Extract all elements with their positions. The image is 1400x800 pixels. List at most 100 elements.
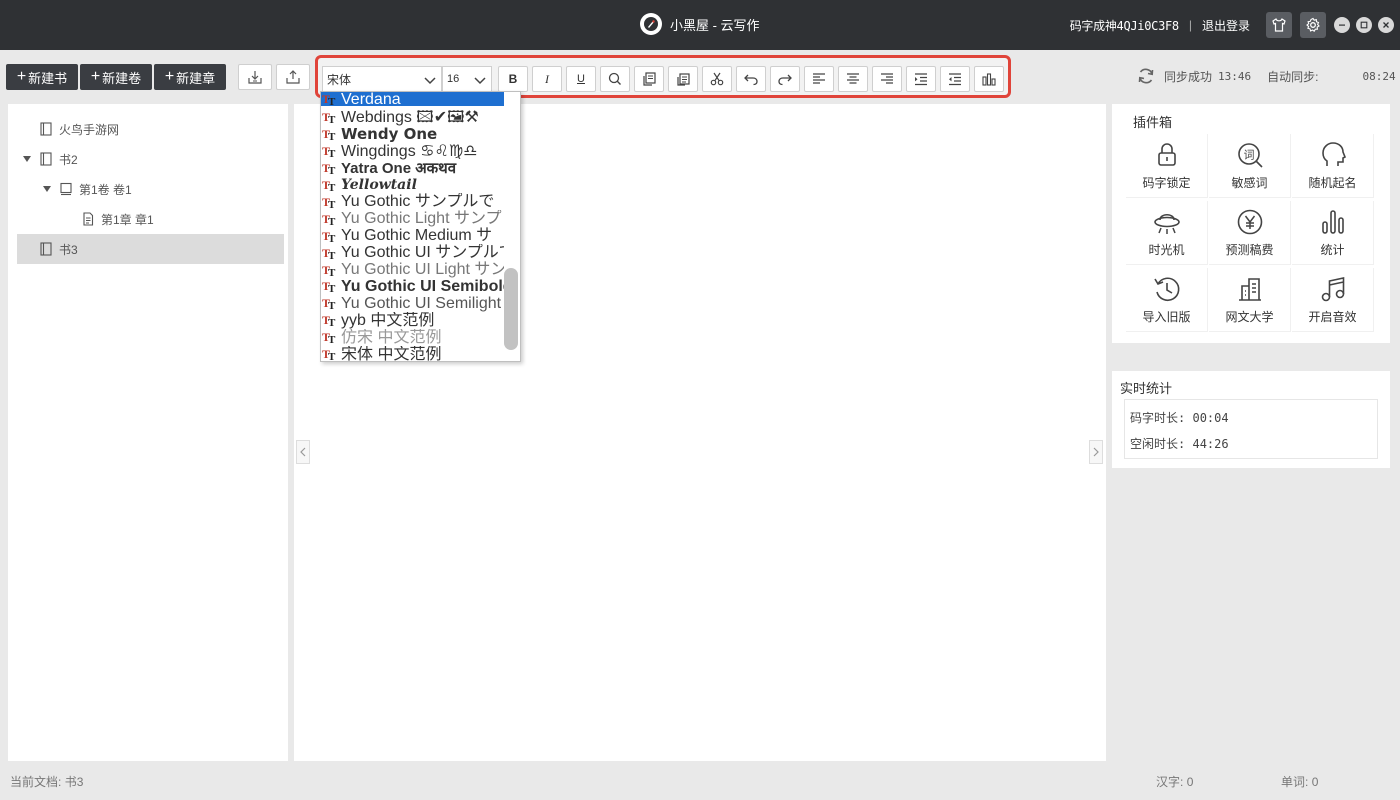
income-forecast-plugin[interactable]: 预测稿费 <box>1209 201 1291 265</box>
font-option-label: Yatra One अकथव <box>341 159 457 177</box>
truetype-icon: TT <box>322 279 336 293</box>
font-option[interactable]: T T yyb 中文范例 <box>321 312 504 329</box>
type-lock-plugin[interactable]: 码字锁定 <box>1126 134 1208 198</box>
caret-down-icon[interactable] <box>43 185 51 193</box>
font-option-label: Yu Gothic サンプルで <box>341 193 495 211</box>
cut-button[interactable] <box>702 66 732 92</box>
truetype-icon: TT <box>322 246 336 260</box>
new-volume-button[interactable]: + 新建卷 <box>80 64 152 90</box>
new-volume-label: 新建卷 <box>102 70 142 86</box>
collapse-left-button[interactable] <box>296 440 310 464</box>
font-option[interactable]: T T Wingdings ♋♌♍♎ <box>321 143 504 160</box>
font-family-dropdown[interactable]: T T Verdana T T Webdings 🖾✔🖼⚒ T T Wendy One T T Win… <box>320 91 521 362</box>
font-option[interactable]: T T 宋体 中文范例 <box>321 346 504 362</box>
svg-text:T: T <box>328 131 336 141</box>
font-option-label: Yu Gothic Light サンプ <box>341 210 502 228</box>
font-size-select[interactable]: 16 <box>442 66 492 92</box>
bold-button[interactable]: B <box>498 66 528 92</box>
minimize-button[interactable] <box>1334 17 1350 33</box>
svg-text:T: T <box>328 114 336 124</box>
sound-effects-plugin[interactable]: 开启音效 <box>1292 268 1374 332</box>
plugin-label: 时光机 <box>1148 243 1185 257</box>
font-option[interactable]: T T Yellowtail <box>321 177 504 194</box>
font-option[interactable]: T T Yu Gothic Light サンプ <box>321 210 504 227</box>
close-button[interactable] <box>1378 17 1394 33</box>
close-icon <box>1383 22 1389 28</box>
dropdown-scrollbar[interactable] <box>504 268 518 350</box>
align-right-button[interactable] <box>872 66 902 92</box>
typeset-button[interactable] <box>974 66 1004 92</box>
align-center-button[interactable] <box>838 66 868 92</box>
hanzi-count-value: 0 <box>1186 775 1194 789</box>
new-chapter-label: 新建章 <box>176 70 216 86</box>
word-count: 单词: 0 <box>1281 773 1318 790</box>
font-option[interactable]: T T Yu Gothic サンプルで <box>321 193 504 210</box>
tree-item-label: 书3 <box>59 242 78 257</box>
undo-button[interactable] <box>736 66 766 92</box>
status-bar: 当前文档: 书3 汉字: 0 单词: 0 <box>0 762 1400 800</box>
font-option-label: Webdings 🖾✔🖼⚒ <box>341 108 479 126</box>
import-button[interactable] <box>238 64 272 90</box>
truetype-icon: TT <box>322 347 336 361</box>
copy-button[interactable] <box>634 66 664 92</box>
collapse-right-button[interactable] <box>1089 440 1103 464</box>
separator: | <box>1188 18 1192 32</box>
align-left-button[interactable] <box>804 66 834 92</box>
random-name-plugin[interactable]: 随机起名 <box>1292 134 1374 198</box>
export-button[interactable] <box>276 64 310 90</box>
tree-item-volume[interactable]: 第1卷 卷1 <box>17 174 284 204</box>
font-option-label: 仿宋 中文范例 <box>341 328 442 346</box>
new-book-button[interactable]: + 新建书 <box>6 64 78 90</box>
gear-icon <box>1306 17 1320 33</box>
tree-item-book[interactable]: 书2 <box>17 144 284 174</box>
shirt-icon <box>1272 18 1286 32</box>
font-option[interactable]: T T 仿宋 中文范例 <box>321 329 504 346</box>
web-novel-university-plugin[interactable]: 网文大学 <box>1209 268 1291 332</box>
font-option[interactable]: T T Webdings 🖾✔🖼⚒ <box>321 109 504 126</box>
font-option-label: yyb 中文范例 <box>341 311 435 329</box>
maximize-button[interactable] <box>1356 17 1372 33</box>
typeset-icon <box>982 73 996 86</box>
skin-button[interactable] <box>1266 12 1292 38</box>
statistics-plugin[interactable]: 统计 <box>1292 201 1374 265</box>
font-option[interactable]: T T Yu Gothic UI Light サン <box>321 261 504 278</box>
font-family-select[interactable]: 宋体 <box>322 66 442 92</box>
tree-item-book[interactable]: 火鸟手游网 <box>17 114 284 144</box>
new-chapter-button[interactable]: + 新建章 <box>154 64 226 90</box>
redo-button[interactable] <box>770 66 800 92</box>
redo-icon <box>778 74 792 86</box>
font-option[interactable]: T T Yu Gothic Medium サ <box>321 227 504 244</box>
current-document: 当前文档: 书3 <box>10 773 83 790</box>
font-option[interactable]: T T Yu Gothic UI サンプルで <box>321 244 504 261</box>
import-legacy-plugin[interactable]: 导入旧版 <box>1126 268 1208 332</box>
plugin-label: 统计 <box>1320 243 1345 257</box>
font-option[interactable]: T T Yatra One अकथव <box>321 160 504 177</box>
time-machine-plugin[interactable]: 时光机 <box>1126 201 1208 265</box>
caret-down-icon[interactable] <box>23 155 31 163</box>
indent-button[interactable] <box>906 66 936 92</box>
font-option[interactable]: T T Yu Gothic UI Semibold <box>321 278 504 295</box>
font-option-label: Yu Gothic Medium サ <box>341 227 493 245</box>
svg-text:词: 词 <box>1243 149 1254 162</box>
sensitive-words-plugin[interactable]: 词敏感词 <box>1209 134 1291 198</box>
paste-button[interactable] <box>668 66 698 92</box>
find-button[interactable] <box>600 66 630 92</box>
underline-button[interactable]: U <box>566 66 596 92</box>
hanzi-count: 汉字: 0 <box>1156 773 1193 790</box>
font-option[interactable]: T T Wendy One <box>321 126 504 143</box>
logout-link[interactable]: 退出登录 <box>1202 17 1250 34</box>
font-option-label: Verdana <box>341 92 401 106</box>
svg-text:T: T <box>328 96 336 106</box>
truetype-icon: TT <box>322 195 336 209</box>
sync-icon[interactable] <box>1136 66 1156 86</box>
font-option[interactable]: T T Yu Gothic UI Semilight <box>321 295 504 312</box>
font-option[interactable]: T T Verdana <box>321 92 504 106</box>
tree-item-book[interactable]: 书3 <box>17 234 284 264</box>
italic-button[interactable]: I <box>532 66 562 92</box>
svg-text:T: T <box>328 165 336 175</box>
settings-button[interactable] <box>1300 12 1326 38</box>
tree-item-chapter[interactable]: 第1章 章1 <box>17 204 284 234</box>
outdent-button[interactable] <box>940 66 970 92</box>
outdent-icon <box>949 73 961 86</box>
font-option-label: Yu Gothic UI サンプルで <box>341 244 504 262</box>
